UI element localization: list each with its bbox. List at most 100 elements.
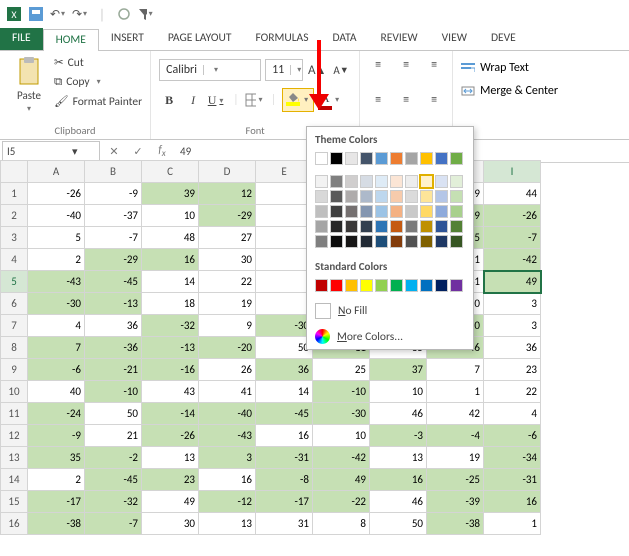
- theme-color-swatch[interactable]: [405, 205, 418, 218]
- cell-C7[interactable]: -32: [142, 315, 199, 337]
- cell-C13[interactable]: 13: [142, 447, 199, 469]
- theme-color-swatch[interactable]: [360, 175, 373, 188]
- theme-color-swatch[interactable]: [375, 235, 388, 248]
- cell-A2[interactable]: -40: [28, 205, 85, 227]
- row-header-9[interactable]: 9: [1, 359, 28, 381]
- cell-D7[interactable]: 9: [199, 315, 256, 337]
- align-middle-icon[interactable]: ≡: [396, 55, 416, 75]
- cell-F14[interactable]: 49: [313, 469, 370, 491]
- cell-G12[interactable]: -3: [370, 425, 427, 447]
- column-header-A[interactable]: A: [28, 161, 85, 183]
- cell-G10[interactable]: 10: [370, 381, 427, 403]
- theme-color-swatch[interactable]: [330, 175, 343, 188]
- cell-D16[interactable]: 13: [199, 513, 256, 535]
- tab-formulas[interactable]: FORMULAS: [243, 28, 320, 50]
- cell-H11[interactable]: 42: [427, 403, 484, 425]
- cell-D15[interactable]: -12: [199, 491, 256, 513]
- theme-color-swatch[interactable]: [330, 205, 343, 218]
- cell-I12[interactable]: -6: [484, 425, 541, 447]
- cell-I16[interactable]: 1: [484, 513, 541, 535]
- row-header-10[interactable]: 10: [1, 381, 28, 403]
- theme-color-swatch[interactable]: [435, 175, 448, 188]
- theme-color-swatch[interactable]: [345, 175, 358, 188]
- grow-font-icon[interactable]: A▲: [307, 60, 327, 80]
- cell-B4[interactable]: -29: [85, 249, 142, 271]
- theme-color-swatch[interactable]: [390, 205, 403, 218]
- cell-A14[interactable]: 2: [28, 469, 85, 491]
- theme-color-swatch[interactable]: [450, 205, 463, 218]
- cell-C6[interactable]: 18: [142, 293, 199, 315]
- cell-I6[interactable]: 3: [484, 293, 541, 315]
- theme-color-swatch[interactable]: [450, 235, 463, 248]
- standard-color-swatch[interactable]: [315, 279, 328, 292]
- standard-color-swatch[interactable]: [450, 279, 463, 292]
- theme-color-swatch[interactable]: [345, 235, 358, 248]
- cell-F9[interactable]: 25: [313, 359, 370, 381]
- insert-function-icon[interactable]: fx: [150, 143, 174, 159]
- cell-H15[interactable]: -39: [427, 491, 484, 513]
- standard-color-swatch[interactable]: [330, 279, 343, 292]
- cell-A1[interactable]: -26: [28, 183, 85, 205]
- cell-E14[interactable]: -8: [256, 469, 313, 491]
- cell-D9[interactable]: 26: [199, 359, 256, 381]
- column-header-E[interactable]: E: [256, 161, 313, 183]
- cell-C16[interactable]: 30: [142, 513, 199, 535]
- cell-E7[interactable]: -30: [256, 315, 313, 337]
- cell-B6[interactable]: -13: [85, 293, 142, 315]
- cell-H9[interactable]: 7: [427, 359, 484, 381]
- cell-D1[interactable]: 12: [199, 183, 256, 205]
- cell-G9[interactable]: 37: [370, 359, 427, 381]
- tab-page-layout[interactable]: PAGE LAYOUT: [156, 28, 244, 50]
- bold-button[interactable]: B: [159, 90, 179, 110]
- cell-A9[interactable]: -6: [28, 359, 85, 381]
- cell-G14[interactable]: 16: [370, 469, 427, 491]
- cell-G16[interactable]: 50: [370, 513, 427, 535]
- no-fill-button[interactable]: No Fill: [307, 298, 473, 324]
- cell-F16[interactable]: 8: [313, 513, 370, 535]
- theme-color-swatch[interactable]: [360, 205, 373, 218]
- standard-color-swatch[interactable]: [390, 279, 403, 292]
- wrap-text-button[interactable]: Wrap Text: [461, 61, 558, 75]
- cell-I13[interactable]: -34: [484, 447, 541, 469]
- cell-E12[interactable]: 16: [256, 425, 313, 447]
- cell-A10[interactable]: 40: [28, 381, 85, 403]
- cell-D10[interactable]: 41: [199, 381, 256, 403]
- standard-color-swatch[interactable]: [375, 279, 388, 292]
- cell-A15[interactable]: -17: [28, 491, 85, 513]
- theme-color-swatch[interactable]: [330, 152, 343, 165]
- cell-A16[interactable]: -38: [28, 513, 85, 535]
- align-top-icon[interactable]: ≡: [368, 55, 388, 75]
- cell-I5[interactable]: 49: [484, 271, 541, 293]
- row-header-5[interactable]: 5: [1, 271, 28, 293]
- row-header-6[interactable]: 6: [1, 293, 28, 315]
- cell-I1[interactable]: 44: [484, 183, 541, 205]
- cell-E4[interactable]: [256, 249, 313, 271]
- theme-color-swatch[interactable]: [330, 235, 343, 248]
- cell-C10[interactable]: 43: [142, 381, 199, 403]
- theme-color-swatch[interactable]: [360, 152, 373, 165]
- merge-center-button[interactable]: Merge & Center: [461, 84, 558, 98]
- theme-color-swatch[interactable]: [315, 235, 328, 248]
- tab-home[interactable]: HOME: [43, 29, 99, 51]
- theme-color-swatch[interactable]: [405, 190, 418, 203]
- cell-C8[interactable]: -13: [142, 337, 199, 359]
- borders-button[interactable]: ▾: [245, 90, 265, 110]
- cell-B3[interactable]: -7: [85, 227, 142, 249]
- cell-A11[interactable]: -24: [28, 403, 85, 425]
- row-header-12[interactable]: 12: [1, 425, 28, 447]
- cell-E3[interactable]: [256, 227, 313, 249]
- row-header-1[interactable]: 1: [1, 183, 28, 205]
- standard-color-swatch[interactable]: [420, 279, 433, 292]
- cell-A4[interactable]: 2: [28, 249, 85, 271]
- cell-I7[interactable]: 3: [484, 315, 541, 337]
- shrink-font-icon[interactable]: A▼: [331, 60, 351, 80]
- cell-I11[interactable]: 4: [484, 403, 541, 425]
- theme-color-swatch[interactable]: [405, 152, 418, 165]
- theme-color-swatch[interactable]: [315, 220, 328, 233]
- theme-color-swatch[interactable]: [420, 205, 433, 218]
- cell-C5[interactable]: 14: [142, 271, 199, 293]
- theme-color-swatch[interactable]: [375, 190, 388, 203]
- name-box[interactable]: I5▾: [2, 141, 100, 161]
- theme-color-swatch[interactable]: [390, 152, 403, 165]
- cell-E13[interactable]: -31: [256, 447, 313, 469]
